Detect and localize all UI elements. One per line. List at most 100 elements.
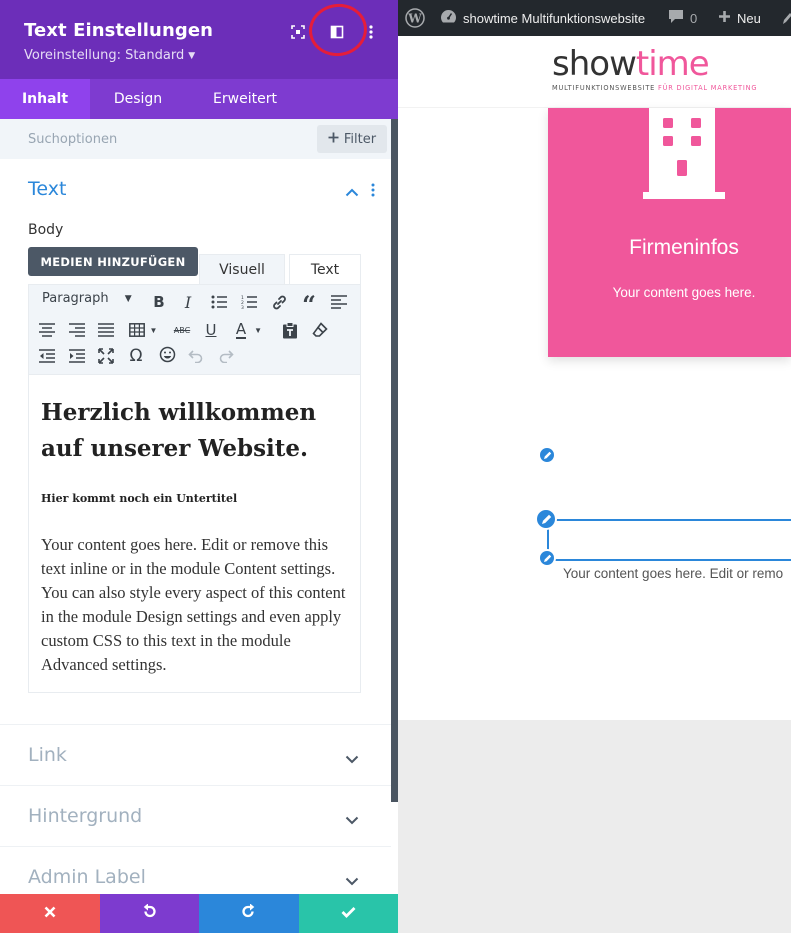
link-icon[interactable] [268, 291, 290, 313]
page-preview: W showtime Multifunktionswebsite 0 Neu s… [398, 0, 791, 933]
svg-text:W: W [407, 12, 422, 26]
checkmark-icon [341, 905, 356, 923]
site-logo[interactable]: showtime MULTIFUNKTIONSWEBSITE FÜR DIGIT… [552, 44, 762, 98]
plus-icon [328, 132, 339, 147]
card-text: Your content goes here. [612, 285, 756, 300]
align-center-icon[interactable] [36, 319, 58, 341]
preset-label: Voreinstellung: Standard [24, 48, 185, 63]
justify-icon[interactable] [95, 319, 117, 341]
caret-down-icon: ▼ [188, 51, 196, 61]
preset-selector[interactable]: Voreinstellung: Standard ▼ [24, 48, 195, 63]
bold-icon[interactable]: B [148, 291, 170, 313]
building-icon [643, 108, 725, 205]
align-left-icon[interactable] [328, 291, 350, 313]
module-edit-handle[interactable] [538, 549, 556, 567]
close-icon [44, 905, 56, 923]
outdent-icon[interactable] [36, 345, 58, 367]
action-bar [0, 894, 398, 933]
align-right-icon[interactable] [66, 319, 88, 341]
bulleted-list-icon[interactable] [208, 291, 230, 313]
section-title-hintergrund[interactable]: Hintergrund [28, 805, 142, 827]
emoji-icon[interactable] [156, 343, 178, 365]
caret-down-icon: ▼ [254, 325, 263, 335]
undo-icon[interactable] [185, 345, 207, 367]
expand-icon[interactable] [288, 22, 308, 42]
site-content: showtime MULTIFUNKTIONSWEBSITE FÜR DIGIT… [398, 36, 791, 720]
redo-icon[interactable] [215, 345, 237, 367]
module-text-preview[interactable]: Your content goes here. Edit or remo [563, 566, 783, 581]
body-label: Body [28, 222, 64, 238]
blurb-card[interactable]: Firmeninfos Your content goes here. [548, 108, 791, 357]
editor-content-area[interactable]: Herzlich willkommen auf unserer Website.… [28, 375, 361, 693]
add-media-button[interactable]: MEDIEN HINZUFÜGEN [28, 247, 198, 276]
table-icon[interactable]: ▼ [126, 319, 160, 341]
clear-formatting-icon[interactable] [309, 319, 331, 341]
undo-button[interactable] [99, 894, 199, 933]
indent-icon[interactable] [66, 345, 88, 367]
caret-down-icon: ▼ [124, 294, 132, 304]
blockquote-icon[interactable]: “ [298, 291, 320, 317]
admin-bar-new[interactable]: Neu [718, 0, 761, 36]
logo-wordmark: showtime [552, 44, 710, 84]
settings-tabs: Inhalt Design Erweitert [0, 79, 398, 119]
caret-down-icon: ▼ [149, 325, 158, 335]
dashboard-icon [440, 9, 457, 27]
section-title-admin-label[interactable]: Admin Label [28, 866, 146, 888]
redo-button[interactable] [199, 894, 299, 933]
admin-bar-comments[interactable]: 0 [668, 0, 697, 36]
fullscreen-icon[interactable] [95, 345, 117, 367]
site-header: showtime MULTIFUNKTIONSWEBSITE FÜR DIGIT… [398, 36, 791, 108]
panel-header: Text Einstellungen Voreinstellung: Stand… [0, 0, 398, 79]
save-button[interactable] [298, 894, 398, 933]
comments-count: 0 [690, 10, 698, 26]
redo-icon [241, 902, 256, 924]
chevron-up-icon[interactable] [345, 184, 359, 202]
settings-panel: Text Einstellungen Voreinstellung: Stand… [0, 0, 398, 933]
search-bar: Filter [0, 119, 398, 159]
content-subheading[interactable]: Hier kommt noch ein Untertitel [41, 492, 237, 505]
underline-icon[interactable]: U [200, 319, 222, 341]
content-paragraph[interactable]: Your content goes here. Edit or remove t… [41, 533, 355, 677]
paragraph-format-select[interactable]: Paragraph ▼ [42, 291, 132, 306]
footer-area [398, 720, 791, 933]
plus-icon [718, 10, 731, 26]
admin-bar-site-link[interactable]: showtime Multifunktionswebsite [440, 0, 645, 36]
more-vertical-icon[interactable] [361, 22, 381, 42]
tab-design[interactable]: Design [90, 79, 186, 119]
numbered-list-icon[interactable]: 123 [238, 291, 260, 313]
tab-inhalt[interactable]: Inhalt [0, 79, 90, 119]
module-edit-handle[interactable] [535, 508, 557, 530]
chevron-down-icon[interactable] [345, 873, 359, 891]
section-title-link[interactable]: Link [28, 744, 67, 766]
panel-scrollbar[interactable] [391, 119, 398, 802]
panel-title: Text Einstellungen [24, 20, 214, 41]
special-character-icon[interactable]: Ω [125, 345, 147, 367]
new-label: Neu [737, 10, 761, 26]
section-divider [0, 846, 391, 847]
editor-tab-text[interactable]: Text [289, 254, 361, 284]
text-color-icon[interactable]: A ▼ [231, 319, 267, 341]
site-name: showtime Multifunktionswebsite [463, 10, 646, 26]
editor-toolbar: Paragraph ▼ B I 123 “ ▼ ABC U A ▼ Ω [28, 284, 361, 375]
chevron-down-icon[interactable] [345, 812, 359, 830]
strikethrough-icon[interactable]: ABC [171, 319, 193, 341]
svg-text:3: 3 [241, 305, 244, 309]
search-input[interactable] [16, 127, 306, 151]
section-more-icon[interactable] [371, 183, 375, 202]
edit-pencil-icon[interactable] [782, 0, 791, 36]
filter-button[interactable]: Filter [317, 125, 387, 153]
paragraph-format-value: Paragraph [42, 291, 109, 306]
italic-icon[interactable]: I [177, 291, 199, 313]
chevron-down-icon[interactable] [345, 751, 359, 769]
filter-label: Filter [343, 131, 377, 147]
module-edit-handle[interactable] [538, 446, 556, 464]
editor-tab-visual[interactable]: Visuell [199, 254, 285, 284]
tab-erweitert[interactable]: Erweitert [186, 79, 304, 119]
paste-text-icon[interactable] [279, 319, 301, 341]
text-module-outline[interactable] [547, 519, 791, 561]
discard-button[interactable] [0, 894, 100, 933]
content-heading[interactable]: Herzlich willkommen auf unserer Website. [41, 395, 341, 467]
wordpress-logo-icon[interactable]: W [405, 0, 425, 36]
undo-icon [142, 902, 157, 924]
section-title-text[interactable]: Text [28, 178, 66, 200]
